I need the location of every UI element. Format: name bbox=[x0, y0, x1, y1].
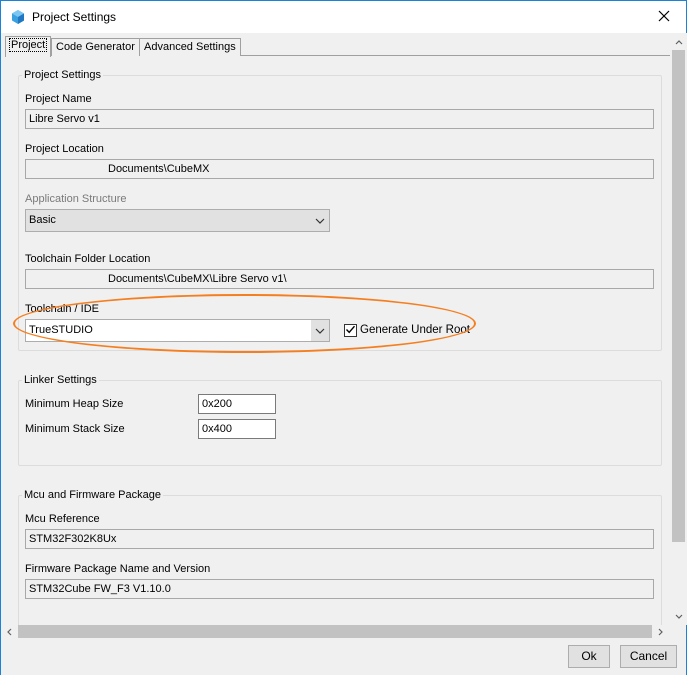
ok-button[interactable]: Ok bbox=[568, 645, 610, 668]
tab-code-generator[interactable]: Code Generator bbox=[51, 38, 140, 56]
firmware-package-label: Firmware Package Name and Version bbox=[25, 563, 211, 575]
tab-bar: Project Code Generator Advanced Settings bbox=[5, 36, 681, 57]
toolchain-highlight-annotation bbox=[13, 294, 476, 353]
vertical-scrollbar-thumb[interactable] bbox=[672, 50, 685, 542]
close-button[interactable] bbox=[642, 1, 686, 33]
cancel-button[interactable]: Cancel bbox=[620, 645, 677, 668]
project-name-field[interactable]: Libre Servo v1 bbox=[25, 109, 654, 129]
scroll-up-arrow-icon[interactable] bbox=[670, 35, 687, 49]
min-stack-input[interactable]: 0x400 bbox=[198, 419, 276, 439]
min-stack-label: Minimum Stack Size bbox=[25, 423, 125, 435]
cube-icon bbox=[10, 9, 26, 25]
window-title: Project Settings bbox=[32, 10, 117, 24]
mcu-firmware-group-title: Mcu and Firmware Package bbox=[22, 489, 163, 501]
dialog-button-bar: Ok Cancel bbox=[1, 639, 686, 675]
application-structure-label: Application Structure bbox=[25, 193, 127, 205]
toolchain-folder-label: Toolchain Folder Location bbox=[25, 253, 151, 265]
chevron-down-icon bbox=[311, 210, 329, 231]
project-name-label: Project Name bbox=[25, 93, 92, 105]
scroll-down-arrow-icon[interactable] bbox=[670, 609, 687, 623]
linker-settings-group-title: Linker Settings bbox=[22, 374, 99, 386]
mcu-reference-field[interactable]: STM32F302K8Ux bbox=[25, 529, 654, 549]
project-settings-group-title: Project Settings bbox=[22, 69, 104, 81]
tab-project[interactable]: Project bbox=[5, 36, 52, 57]
tab-advanced-settings[interactable]: Advanced Settings bbox=[139, 38, 241, 56]
application-structure-select[interactable]: Basic bbox=[25, 209, 330, 232]
min-heap-label: Minimum Heap Size bbox=[25, 398, 124, 410]
scroll-left-arrow-icon[interactable] bbox=[1, 625, 18, 639]
scroll-right-arrow-icon[interactable] bbox=[652, 625, 669, 639]
horizontal-scrollbar[interactable] bbox=[1, 625, 670, 639]
firmware-package-field[interactable]: STM32Cube FW_F3 V1.10.0 bbox=[25, 579, 654, 599]
mcu-firmware-group bbox=[18, 495, 662, 625]
toolchain-folder-field[interactable]: Documents\CubeMX\Libre Servo v1\ bbox=[25, 269, 654, 289]
mcu-reference-label: Mcu Reference bbox=[25, 513, 100, 525]
close-icon bbox=[658, 10, 670, 25]
vertical-scrollbar[interactable] bbox=[670, 33, 687, 625]
project-location-field[interactable]: Documents\CubeMX bbox=[25, 159, 654, 179]
project-location-label: Project Location bbox=[25, 143, 104, 155]
project-settings-dialog: Project Settings Project Code Generator … bbox=[0, 0, 687, 675]
min-heap-input[interactable]: 0x200 bbox=[198, 394, 276, 414]
title-bar: Project Settings bbox=[1, 1, 686, 33]
tab-content-project: Project Settings Project Name Libre Serv… bbox=[6, 57, 670, 625]
horizontal-scrollbar-thumb[interactable] bbox=[18, 625, 652, 638]
application-structure-value: Basic bbox=[29, 214, 56, 226]
